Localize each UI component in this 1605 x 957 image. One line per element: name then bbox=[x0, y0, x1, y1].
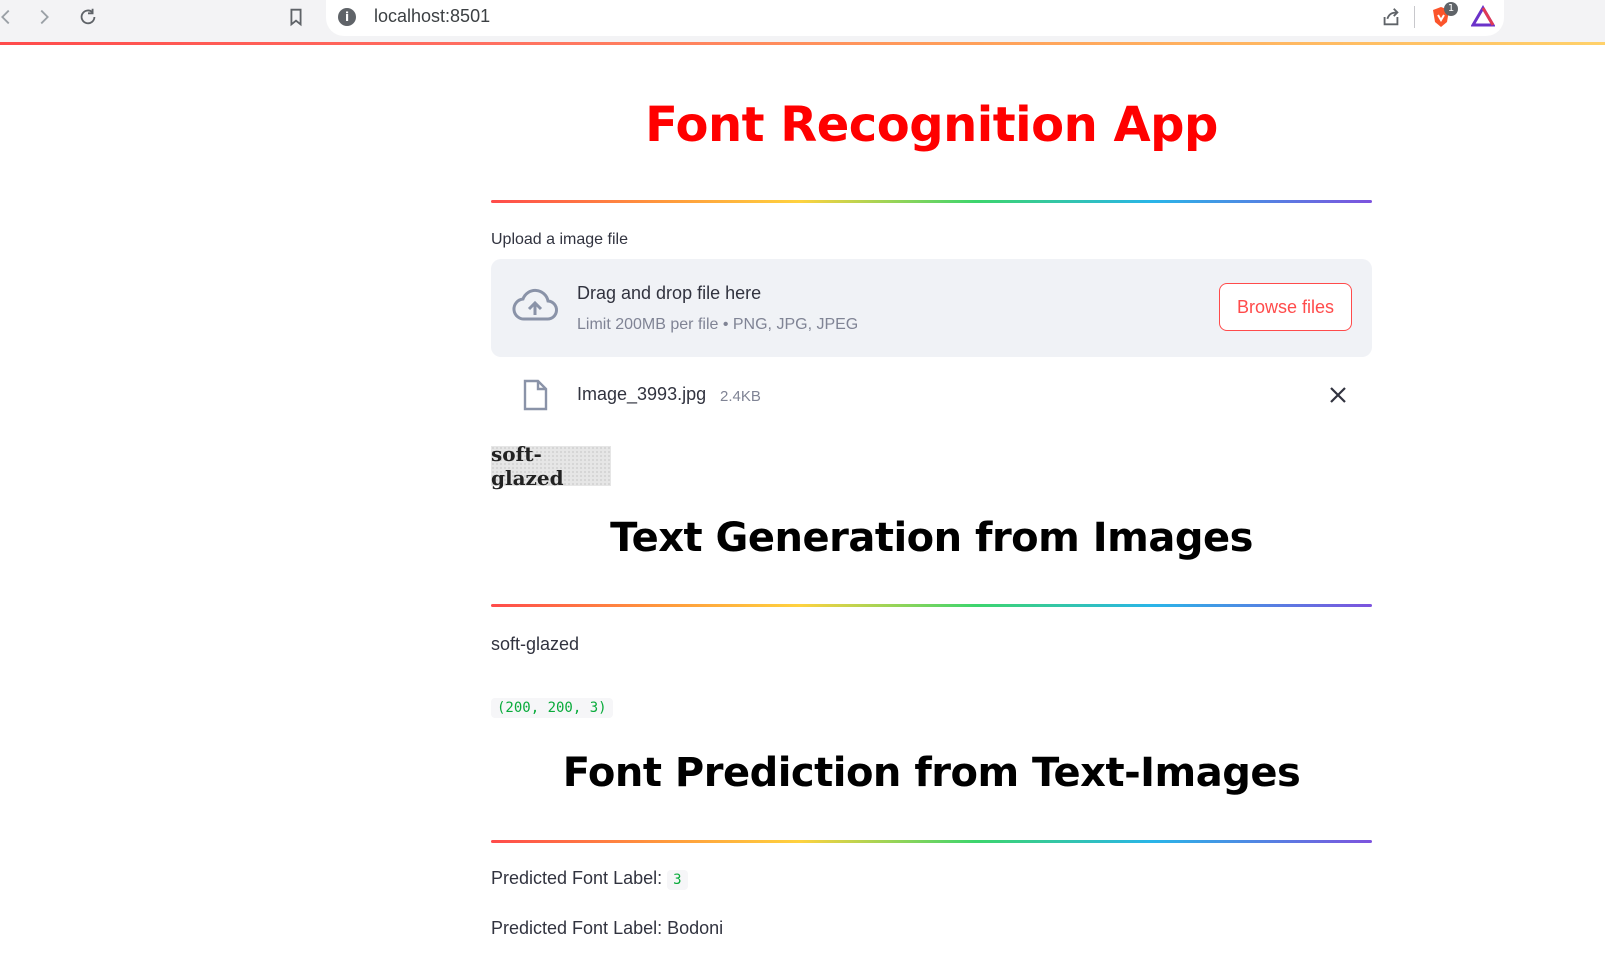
generated-text: soft-glazed bbox=[491, 634, 580, 654]
close-icon[interactable] bbox=[1328, 385, 1348, 405]
predicted-label-line: Predicted Font Label: 3 bbox=[491, 868, 688, 890]
uploader-label: Upload a image file bbox=[491, 231, 628, 248]
predicted-label-value: 3 bbox=[667, 870, 688, 890]
brave-shield-icon[interactable]: 1 bbox=[1428, 2, 1458, 30]
shield-badge: 1 bbox=[1444, 2, 1458, 16]
predicted-font-name: Predicted Font Label: Bodoni bbox=[491, 918, 724, 938]
cloud-upload-icon bbox=[512, 288, 558, 321]
address-bar[interactable] bbox=[326, 0, 1504, 36]
uploaded-file-row: Image_3993.jpg 2.4KB bbox=[491, 370, 1372, 420]
page-title: Font Recognition App bbox=[645, 97, 1218, 153]
font-prediction-heading: Font Prediction from Text-Images bbox=[562, 750, 1301, 796]
text-generation-heading: Text Generation from Images bbox=[610, 515, 1253, 561]
dropzone-title: Drag and drop file here bbox=[577, 283, 762, 303]
browse-files-button[interactable]: Browse files bbox=[1219, 283, 1352, 331]
page-load-indicator bbox=[0, 42, 1605, 45]
file-name: Image_3993.jpg bbox=[577, 384, 707, 404]
browser-toolbar: i localhost:8501 1 bbox=[0, 0, 1605, 42]
font-prediction-divider bbox=[491, 840, 1372, 843]
uploaded-image-preview: soft-glazed bbox=[491, 442, 611, 490]
toolbar-divider bbox=[1414, 6, 1415, 28]
image-shape-code: (200, 200, 3) bbox=[491, 698, 613, 718]
file-icon bbox=[523, 379, 548, 411]
title-divider bbox=[491, 200, 1372, 203]
image-shape-output: (200, 200, 3) bbox=[491, 698, 613, 718]
url-text[interactable]: localhost:8501 bbox=[374, 6, 490, 27]
back-icon[interactable] bbox=[0, 3, 20, 31]
file-dropzone[interactable]: Drag and drop file here Limit 200MB per … bbox=[491, 259, 1372, 357]
predicted-label-prefix: Predicted Font Label: bbox=[491, 868, 663, 888]
file-size: 2.4KB bbox=[720, 388, 761, 405]
forward-icon[interactable] bbox=[30, 3, 58, 31]
brave-rewards-icon[interactable] bbox=[1470, 4, 1496, 30]
info-icon[interactable]: i bbox=[338, 8, 356, 26]
reload-icon[interactable] bbox=[74, 3, 102, 31]
dropzone-subtitle: Limit 200MB per file • PNG, JPG, JPEG bbox=[577, 316, 859, 333]
text-generation-divider bbox=[491, 604, 1372, 607]
bookmark-icon[interactable] bbox=[282, 3, 310, 31]
share-icon[interactable] bbox=[1378, 4, 1404, 30]
